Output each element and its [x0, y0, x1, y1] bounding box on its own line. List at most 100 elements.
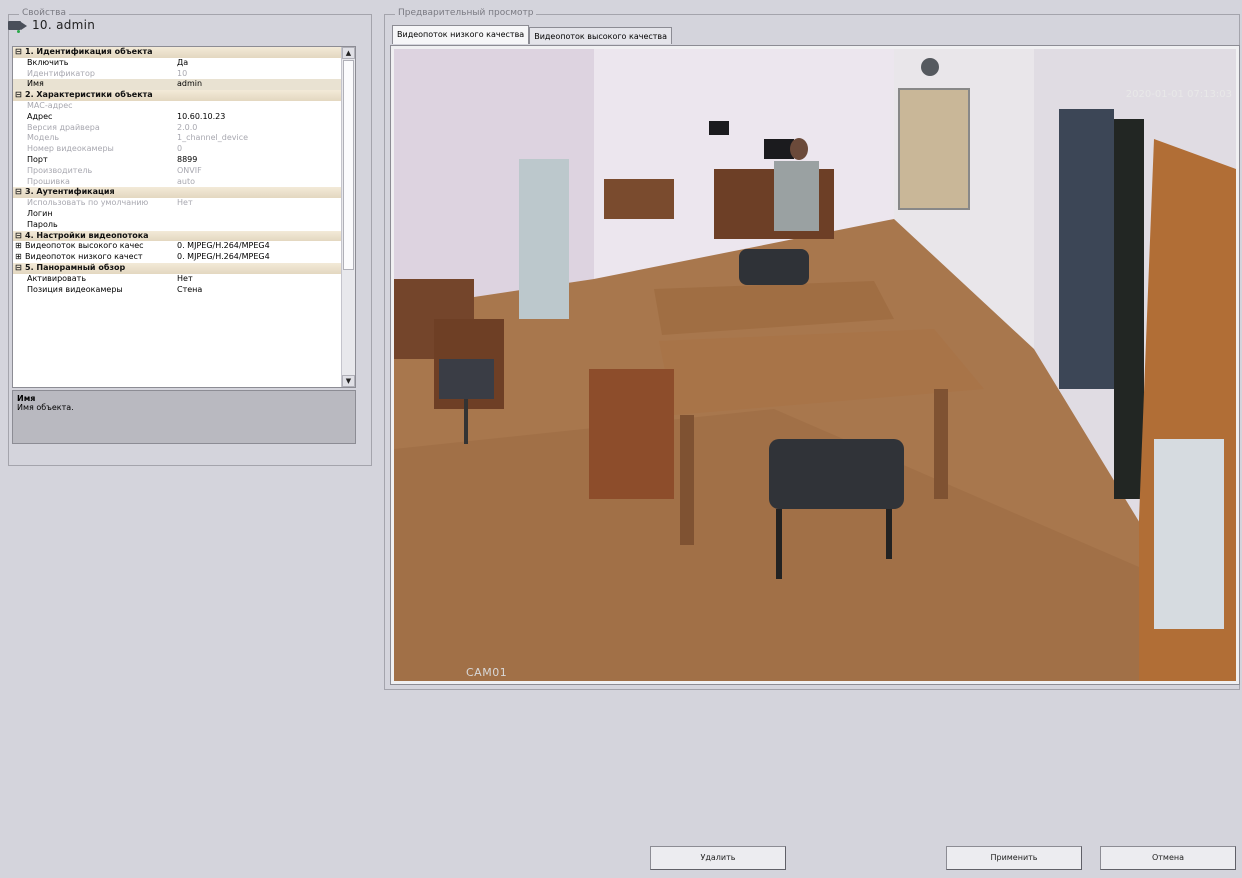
property-name: Включить	[13, 58, 177, 69]
property-name-text: Видеопоток высокого качес	[25, 241, 144, 251]
property-value[interactable]: 1_channel_device	[177, 133, 341, 144]
office-scene-image	[394, 49, 1236, 681]
property-value[interactable]	[177, 209, 341, 220]
property-name: ⊟ 5. Панорамный обзор	[13, 263, 125, 274]
description-title: Имя	[17, 394, 36, 403]
property-row[interactable]: Номер видеокамеры 0	[13, 144, 341, 155]
property-name-text: Включить	[27, 57, 69, 67]
property-name-text: 3. Аутентификация	[25, 187, 115, 197]
expand-icon[interactable]: ⊞	[15, 241, 25, 252]
scroll-down-arrow-icon[interactable]: ▼	[342, 375, 355, 387]
property-name-text: Видеопоток низкого качест	[25, 252, 143, 262]
property-name: ⊟ 4. Настройки видеопотока	[13, 231, 149, 242]
tab-high-quality[interactable]: Видеопоток высокого качества	[529, 27, 673, 44]
collapse-icon[interactable]: ⊟	[15, 47, 25, 58]
property-name-text: Номер видеокамеры	[27, 144, 114, 154]
property-category[interactable]: ⊟ 4. Настройки видеопотока	[13, 230, 341, 242]
property-name-text: Активировать	[27, 273, 87, 283]
property-row[interactable]: ⊞ Видеопоток высокого качес 0. MJPEG/H.264…	[13, 241, 341, 252]
property-name: Прошивка	[13, 177, 177, 188]
property-row[interactable]: Активировать Нет	[13, 274, 341, 285]
scroll-thumb[interactable]	[343, 60, 354, 270]
property-name: Адрес	[13, 112, 177, 123]
property-category[interactable]: ⊟ 5. Панорамный обзор	[13, 262, 341, 274]
apply-button[interactable]: Применить	[946, 846, 1082, 870]
property-name-text: Логин	[27, 208, 53, 218]
property-row[interactable]: Пароль	[13, 220, 341, 231]
property-name-text: Использовать по умолчанию	[27, 198, 149, 208]
property-name: Активировать	[13, 274, 177, 285]
property-name: Версия драйвера	[13, 123, 177, 134]
video-preview-frame: CAM01 2020-01-01 07:13:03	[390, 45, 1240, 685]
property-row[interactable]: Версия драйвера 2.0.0	[13, 123, 341, 134]
property-value[interactable]: 0	[177, 144, 341, 155]
property-value[interactable]: admin	[177, 79, 341, 91]
scroll-up-arrow-icon[interactable]: ▲	[342, 47, 355, 59]
property-value[interactable]: 0. MJPEG/H.264/MPEG4	[177, 241, 341, 252]
property-name-text: Адрес	[27, 111, 53, 121]
property-value[interactable]: Нет	[177, 198, 341, 209]
object-title: 10. admin	[32, 18, 96, 32]
property-row[interactable]: Прошивка auto	[13, 177, 341, 188]
property-row[interactable]: Порт 8899	[13, 155, 341, 166]
property-row[interactable]: Адрес 10.60.10.23	[13, 112, 341, 123]
property-row[interactable]: Идентификатор 10	[13, 69, 341, 80]
property-row[interactable]: MAC-адрес	[13, 101, 341, 112]
property-value[interactable]: Стена	[177, 285, 341, 296]
collapse-icon[interactable]: ⊟	[15, 187, 25, 198]
property-name-text: Версия драйвера	[27, 122, 100, 132]
property-grid[interactable]: ⊟ 1. Идентификация объекта Включить Да Идент…	[12, 46, 356, 388]
property-grid-scrollbar[interactable]: ▲ ▼	[341, 47, 355, 387]
property-value[interactable]	[177, 101, 341, 112]
description-text: Имя объекта.	[17, 403, 74, 412]
camera-icon	[8, 19, 28, 33]
video-timestamp: 2020-01-01 07:13:03	[1125, 89, 1232, 100]
collapse-icon[interactable]: ⊟	[15, 231, 25, 242]
property-name-text: 5. Панорамный обзор	[25, 262, 126, 272]
property-value[interactable]: 10	[177, 69, 341, 80]
cancel-button[interactable]: Отмена	[1100, 846, 1236, 870]
collapse-icon[interactable]: ⊟	[15, 263, 25, 274]
property-row[interactable]: Модель 1_channel_device	[13, 133, 341, 144]
property-value[interactable]: 10.60.10.23	[177, 112, 341, 123]
property-name: ⊞ Видеопоток высокого качес	[13, 241, 177, 252]
camera-video: CAM01 2020-01-01 07:13:03	[394, 49, 1236, 681]
property-name-text: Порт	[27, 154, 48, 164]
property-category[interactable]: ⊟ 2. Характеристики объекта	[13, 90, 341, 101]
property-name-text: 4. Настройки видеопотока	[25, 230, 149, 240]
property-value[interactable]: 2.0.0	[177, 123, 341, 134]
property-row[interactable]: Производитель ONVIF	[13, 166, 341, 177]
property-name: Использовать по умолчанию	[13, 198, 177, 209]
property-value[interactable]: Да	[177, 58, 341, 69]
tab-low-quality[interactable]: Видеопоток низкого качества	[392, 25, 530, 44]
property-row[interactable]: Позиция видеокамеры Стена	[13, 285, 341, 296]
property-row[interactable]: Включить Да	[13, 58, 341, 69]
property-name-text: Позиция видеокамеры	[27, 284, 123, 294]
property-name-text: 1. Идентификация объекта	[25, 47, 153, 56]
property-name-text: Имя	[27, 79, 44, 89]
property-name: Имя	[13, 79, 177, 91]
expand-icon[interactable]: ⊞	[15, 252, 25, 263]
property-value[interactable]: 0. MJPEG/H.264/MPEG4	[177, 252, 341, 263]
property-name: Логин	[13, 209, 177, 220]
property-category[interactable]: ⊟ 3. Аутентификация	[13, 187, 341, 199]
property-name: Порт	[13, 155, 177, 166]
property-value[interactable]: auto	[177, 177, 341, 188]
property-name-text: MAC-адрес	[27, 100, 73, 110]
property-category[interactable]: ⊟ 1. Идентификация объекта	[13, 47, 341, 58]
delete-button[interactable]: Удалить	[650, 846, 786, 870]
property-value[interactable]	[177, 220, 341, 231]
stream-tabs: Видеопоток низкого качества Видеопоток в…	[392, 25, 673, 44]
property-name-text: Модель	[27, 133, 60, 143]
property-name: Номер видеокамеры	[13, 144, 177, 155]
property-row[interactable]: Логин	[13, 209, 341, 220]
property-value[interactable]: 8899	[177, 155, 341, 166]
property-row[interactable]: Имя admin	[13, 79, 341, 91]
property-row[interactable]: Использовать по умолчанию Нет	[13, 198, 341, 209]
property-value[interactable]: ONVIF	[177, 166, 341, 177]
property-value[interactable]: Нет	[177, 274, 341, 285]
property-row[interactable]: ⊞ Видеопоток низкого качест 0. MJPEG/H.264…	[13, 252, 341, 263]
collapse-icon[interactable]: ⊟	[15, 90, 25, 101]
property-name: ⊟ 3. Аутентификация	[13, 187, 115, 198]
property-name: Позиция видеокамеры	[13, 285, 177, 296]
